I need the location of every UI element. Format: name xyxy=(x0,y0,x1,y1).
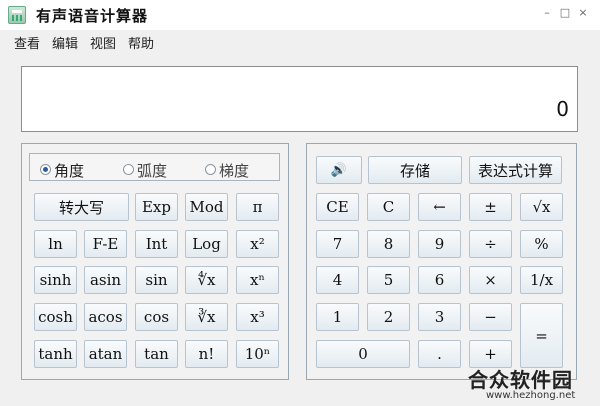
atan-button[interactable]: atan xyxy=(84,340,127,368)
watermark-url: www.hezhong.net xyxy=(486,390,576,401)
digit-5-button[interactable]: 5 xyxy=(367,266,410,294)
result-display: 0 xyxy=(21,66,578,132)
digit-0-button[interactable]: 0 xyxy=(316,340,410,368)
maximize-button[interactable]: □ xyxy=(558,6,572,20)
decimal-button[interactable]: . xyxy=(418,340,461,368)
menu-display[interactable]: 视图 xyxy=(90,33,116,52)
radio-radians-label: 弧度 xyxy=(137,162,168,180)
sqrt-button[interactable]: √x xyxy=(520,193,563,221)
digit-2-button[interactable]: 2 xyxy=(367,303,410,331)
log-button[interactable]: Log xyxy=(185,230,228,258)
x-squared-button[interactable]: x² xyxy=(236,230,279,258)
x-power-n-button[interactable]: xⁿ xyxy=(236,266,279,294)
ln-button[interactable]: ln xyxy=(34,230,77,258)
watermark-logo: 合众软件园 xyxy=(468,368,573,392)
nth-root-button[interactable]: ∜x xyxy=(185,266,228,294)
menu-bar: 查看 编辑 视图 帮助 xyxy=(0,30,600,52)
clear-button[interactable]: C xyxy=(367,193,410,221)
memory-store-button[interactable]: 存储 xyxy=(368,156,462,184)
asin-button[interactable]: asin xyxy=(84,266,127,294)
window-title: 有声语音计算器 xyxy=(36,7,149,25)
digit-6-button[interactable]: 6 xyxy=(418,266,461,294)
sin-button[interactable]: sin xyxy=(135,266,178,294)
mod-button[interactable]: Mod xyxy=(185,193,228,221)
radio-unselected-icon xyxy=(123,164,134,175)
ten-power-n-button[interactable]: 10ⁿ xyxy=(236,340,279,368)
expression-calc-button[interactable]: 表达式计算 xyxy=(469,156,562,184)
close-button[interactable]: × xyxy=(576,6,590,20)
digit-4-button[interactable]: 4 xyxy=(316,266,359,294)
menu-help[interactable]: 帮助 xyxy=(128,33,154,52)
digit-8-button[interactable]: 8 xyxy=(367,230,410,258)
backspace-button[interactable]: ← xyxy=(418,193,461,221)
equals-button[interactable]: = xyxy=(520,303,563,368)
minimize-button[interactable]: – xyxy=(540,6,554,20)
radio-degrees-label: 角度 xyxy=(54,162,85,180)
int-button[interactable]: Int xyxy=(135,230,178,258)
radio-gradians[interactable]: 梯度 xyxy=(205,160,250,180)
multiply-button[interactable]: × xyxy=(469,266,512,294)
subtract-button[interactable]: − xyxy=(469,303,512,331)
menu-edit[interactable]: 编辑 xyxy=(52,33,78,52)
cos-button[interactable]: cos xyxy=(135,303,178,331)
reciprocal-button[interactable]: 1/x xyxy=(520,266,563,294)
radio-selected-icon xyxy=(40,164,51,175)
menu-view[interactable]: 查看 xyxy=(14,33,40,52)
acos-button[interactable]: acos xyxy=(84,303,127,331)
calculator-app-icon xyxy=(8,6,26,24)
divide-button[interactable]: ÷ xyxy=(469,230,512,258)
digit-3-button[interactable]: 3 xyxy=(418,303,461,331)
radio-radians[interactable]: 弧度 xyxy=(123,160,168,180)
cube-root-button[interactable]: ∛x xyxy=(185,303,228,331)
speaker-icon: 🔊 xyxy=(330,162,348,178)
exp-button[interactable]: Exp xyxy=(135,193,178,221)
angle-mode-group: 角度 弧度 梯度 xyxy=(29,153,280,181)
cosh-button[interactable]: cosh xyxy=(34,303,77,331)
radio-degrees[interactable]: 角度 xyxy=(40,160,85,180)
title-bar: 有声语音计算器 – □ × xyxy=(0,0,600,30)
digit-7-button[interactable]: 7 xyxy=(316,230,359,258)
x-cubed-button[interactable]: x³ xyxy=(236,303,279,331)
clear-entry-button[interactable]: CE xyxy=(316,193,359,221)
sinh-button[interactable]: sinh xyxy=(34,266,77,294)
display-value: 0 xyxy=(556,97,569,121)
tan-button[interactable]: tan xyxy=(135,340,178,368)
f-e-button[interactable]: F-E xyxy=(84,230,127,258)
radio-gradians-label: 梯度 xyxy=(219,162,250,180)
tanh-button[interactable]: tanh xyxy=(34,340,77,368)
factorial-button[interactable]: n! xyxy=(185,340,228,368)
speaker-button[interactable]: 🔊 xyxy=(316,156,362,184)
digit-1-button[interactable]: 1 xyxy=(316,303,359,331)
radio-unselected-icon xyxy=(205,164,216,175)
pi-button[interactable]: π xyxy=(236,193,279,221)
digit-9-button[interactable]: 9 xyxy=(418,230,461,258)
sign-toggle-button[interactable]: ± xyxy=(469,193,512,221)
percent-button[interactable]: % xyxy=(520,230,563,258)
to-uppercase-button[interactable]: 转大写 xyxy=(34,193,129,221)
